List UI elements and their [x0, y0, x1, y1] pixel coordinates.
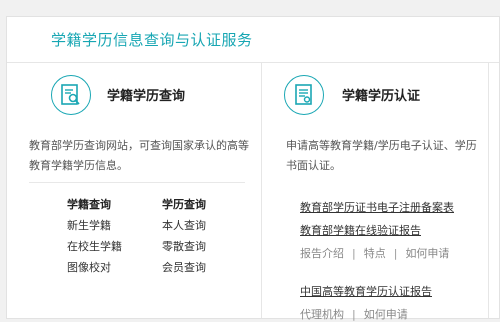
link-how-to-apply-2[interactable]: 如何申请: [364, 308, 408, 321]
panel-header: 学籍学历信息查询与认证服务: [7, 17, 499, 63]
link-self-query[interactable]: 本人查询: [162, 217, 242, 233]
link-agencies[interactable]: 代理机构: [300, 308, 344, 321]
cert-links-block: 教育部学历证书电子注册备案表 教育部学籍在线验证报告 报告介绍 | 特点 | 如何申请: [300, 199, 454, 261]
degree-query-heading: 学历查询: [162, 198, 206, 211]
link-registration-record[interactable]: 教育部学历证书电子注册备案表: [300, 199, 454, 215]
query-title[interactable]: 学籍学历查询: [107, 85, 185, 104]
cert-report-block: 中国高等教育学历认证报告 代理机构 | 如何申请: [300, 283, 432, 322]
link-new-student-status[interactable]: 新生学籍: [67, 217, 162, 233]
link-member-query[interactable]: 会员查询: [162, 259, 242, 275]
link-online-verification-report[interactable]: 教育部学籍在线验证报告: [300, 222, 454, 238]
report-sub-links: 报告介绍 | 特点 | 如何申请: [300, 245, 454, 261]
panel-title: 学籍学历信息查询与认证服务: [51, 31, 253, 49]
info-panel: 学籍学历信息查询与认证服务 学籍学历查询 教育部学历查询网站，可查询国家承认的高…: [6, 16, 500, 321]
link-enrolled-student-status[interactable]: 在校生学籍: [67, 238, 162, 254]
search-document-icon[interactable]: [51, 75, 91, 115]
query-section: 学籍学历查询 教育部学历查询网站，可查询国家承认的高等教育学籍学历信息。 学籍查…: [7, 63, 262, 318]
link-image-verify[interactable]: 图像校对: [67, 259, 162, 275]
cert-title[interactable]: 学籍学历认证: [342, 85, 420, 104]
query-links: 学籍查询 学历查询 新生学籍 本人查询 在校生学籍 零散查询 图像校对 会员查询: [67, 196, 247, 275]
divider: [29, 182, 245, 183]
next-section-edge: [489, 63, 500, 318]
link-degree-cert-report[interactable]: 中国高等教育学历认证报告: [300, 283, 432, 299]
student-status-query-heading: 学籍查询: [67, 198, 111, 211]
separator: |: [352, 247, 356, 260]
link-report-intro[interactable]: 报告介绍: [300, 247, 344, 260]
cert-report-sub-links: 代理机构 | 如何申请: [300, 306, 432, 322]
certificate-document-icon[interactable]: [284, 75, 324, 115]
link-casual-query[interactable]: 零散查询: [162, 238, 242, 254]
query-description: 教育部学历查询网站，可查询国家承认的高等教育学籍学历信息。: [29, 139, 249, 172]
cert-description: 申请高等教育学籍/学历电子认证、学历书面认证。: [286, 139, 477, 172]
separator: |: [393, 247, 398, 260]
link-how-to-apply[interactable]: 如何申请: [405, 247, 449, 260]
separator: |: [352, 308, 356, 321]
cert-section: 学籍学历认证 申请高等教育学籍/学历电子认证、学历书面认证。 教育部学历证书电子…: [262, 63, 489, 321]
link-features[interactable]: 特点: [364, 247, 386, 260]
